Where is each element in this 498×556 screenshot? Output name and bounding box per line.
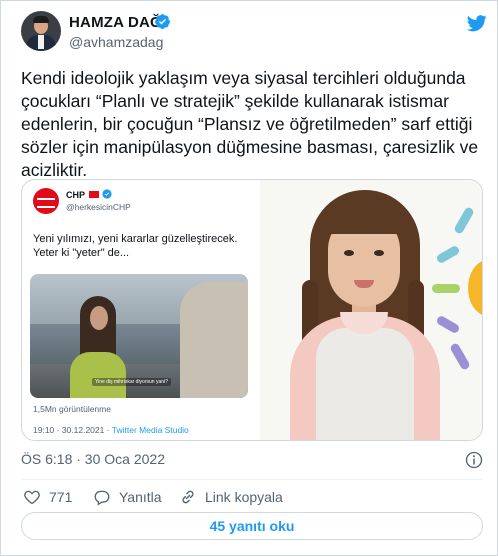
embedded-author-handle: @herkesicinCHP [66, 202, 131, 212]
like-count: 771 [49, 489, 73, 505]
author-avatar[interactable] [21, 11, 61, 51]
divider [21, 479, 483, 480]
sun-illustration [468, 260, 482, 316]
twitter-bird-icon[interactable] [467, 13, 487, 33]
heart-icon [24, 490, 40, 505]
embedded-tweet-text: Yeni yılımızı, yeni kararlar güzelleştir… [33, 233, 238, 259]
embedded-verified-icon [102, 189, 112, 199]
girl-photo [260, 180, 482, 440]
info-icon[interactable] [465, 451, 483, 469]
reply-label: Yanıtla [119, 489, 162, 505]
chp-logo [33, 188, 59, 214]
tweet-card: HAMZA DAĞ @avhamzadag Kendi ideolojik ya… [0, 0, 498, 556]
tweet-media[interactable]: CHP @herkesicinCHP Yeni yılımızı, yeni k… [21, 179, 483, 441]
copy-link-button[interactable]: Link kopyala [179, 487, 283, 507]
author-handle[interactable]: @avhamzadag [69, 34, 163, 50]
tweet-timestamp[interactable]: ÖS 6:18 · 30 Oca 2022 [21, 451, 165, 467]
embedded-tweet-meta: 19:10 · 30.12.2021 · Twitter Media Studi… [33, 425, 189, 435]
link-icon [182, 490, 194, 504]
embedded-video-thumbnail: Yine diş mihriskar diyorsun yani? [30, 274, 248, 398]
like-button[interactable]: 771 [23, 487, 72, 507]
embedded-view-count: 1,5Mn görüntülenme [33, 404, 111, 414]
reply-icon [94, 490, 110, 506]
embedded-source: Twitter Media Studio [111, 425, 189, 435]
turkish-flag-icon [89, 191, 99, 198]
author-name[interactable]: HAMZA DAĞ [69, 14, 162, 31]
verified-badge-icon [155, 14, 170, 29]
tweet-text: Kendi ideolojik yaklaşım veya siyasal te… [21, 68, 479, 180]
embedded-author-name: CHP [66, 190, 86, 200]
video-subtitle: Yine diş mihriskar diyorsun yani? [92, 378, 171, 386]
embedded-tweet-screenshot: CHP @herkesicinCHP Yeni yılımızı, yeni k… [30, 182, 260, 438]
copy-link-label: Link kopyala [205, 489, 283, 505]
read-replies-button[interactable]: 45 yanıtı oku [21, 512, 483, 540]
embedded-time: 19:10 · 30.12.2021 · [33, 425, 112, 435]
reply-button[interactable]: Yanıtla [93, 487, 162, 507]
